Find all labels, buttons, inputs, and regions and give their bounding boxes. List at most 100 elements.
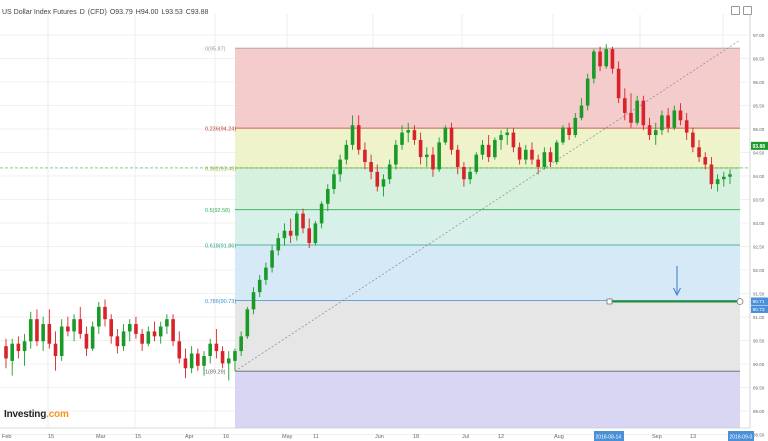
candle-body[interactable] (264, 267, 268, 280)
candle-body[interactable] (4, 346, 8, 359)
candle-body[interactable] (387, 164, 392, 180)
candle-body[interactable] (220, 351, 225, 364)
price-chart[interactable]: 0(95.87) 0.236(94.24) 0.382(93.43) 0.5(92.5… (0, 0, 768, 441)
candle-body[interactable] (548, 152, 553, 163)
candle-body[interactable] (381, 179, 386, 187)
candle-body[interactable] (251, 292, 256, 310)
candle-body[interactable] (505, 132, 510, 136)
candle-body[interactable] (486, 144, 491, 158)
candle-body[interactable] (301, 213, 305, 229)
candle-body[interactable] (455, 149, 460, 167)
candle-body[interactable] (239, 336, 243, 352)
candle-body[interactable] (208, 343, 213, 356)
candle-body[interactable] (629, 112, 633, 123)
candle-body[interactable] (53, 343, 58, 356)
candle-body[interactable] (424, 154, 429, 158)
candle-body[interactable] (59, 326, 64, 356)
candle-body[interactable] (171, 319, 175, 342)
candle-body[interactable] (295, 213, 299, 236)
candle-body[interactable] (610, 49, 615, 69)
symbol-name[interactable]: US Dollar Index Futures (2, 9, 77, 16)
candle-body[interactable] (728, 174, 732, 177)
candle-body[interactable] (406, 130, 411, 133)
candle-body[interactable] (313, 223, 318, 244)
candle-body[interactable] (561, 127, 565, 143)
candle-body[interactable] (90, 326, 95, 349)
candle-body[interactable] (585, 78, 590, 106)
candle-body[interactable] (672, 110, 677, 128)
candle-body[interactable] (177, 341, 182, 359)
candle-body[interactable] (493, 139, 497, 158)
candle-body[interactable] (653, 130, 658, 136)
candle-body[interactable] (41, 324, 45, 342)
candle-body[interactable] (165, 319, 169, 327)
candle-body[interactable] (437, 142, 441, 170)
candle-body[interactable] (592, 51, 596, 79)
candle-body[interactable] (233, 351, 237, 361)
candle-body[interactable] (684, 120, 689, 133)
candle-body[interactable] (635, 100, 639, 123)
candle-body[interactable] (338, 159, 342, 175)
candle-body[interactable] (400, 132, 404, 145)
drawing-handle-right[interactable] (736, 298, 744, 305)
candle-body[interactable] (226, 358, 231, 364)
candle-body[interactable] (356, 125, 361, 150)
candle-body[interactable] (152, 331, 157, 337)
candle-body[interactable] (573, 117, 578, 136)
candle-body[interactable] (517, 147, 522, 160)
candle-body[interactable] (616, 68, 621, 99)
candle-body[interactable] (647, 125, 652, 136)
candle-body[interactable] (307, 228, 312, 244)
candle-body[interactable] (282, 230, 287, 239)
candle-body[interactable] (245, 309, 250, 337)
candle-body[interactable] (97, 306, 101, 327)
candle-body[interactable] (474, 154, 479, 172)
candle-body[interactable] (598, 51, 602, 67)
drawing-handle-left[interactable] (606, 298, 613, 305)
candle-body[interactable] (84, 333, 89, 349)
candle-body[interactable] (375, 171, 380, 187)
candle-body[interactable] (134, 324, 138, 334)
candle-body[interactable] (72, 319, 76, 332)
candle-body[interactable] (542, 152, 547, 167)
candle-body[interactable] (678, 110, 683, 121)
interval-label[interactable]: D (80, 9, 85, 16)
candle-body[interactable] (189, 353, 194, 369)
candle-body[interactable] (536, 159, 540, 167)
candle-body[interactable] (363, 149, 367, 163)
candle-body[interactable] (332, 174, 336, 190)
candle-body[interactable] (369, 162, 373, 172)
candle-body[interactable] (276, 238, 281, 251)
candle-body[interactable] (288, 230, 293, 236)
candle-body[interactable] (47, 324, 52, 344)
candle-body[interactable] (350, 125, 355, 145)
candle-body[interactable] (412, 130, 417, 140)
candle-body[interactable] (115, 336, 120, 347)
candle-body[interactable] (722, 176, 726, 180)
candle-body[interactable] (319, 203, 324, 224)
candle-body[interactable] (257, 279, 262, 293)
candle-body[interactable] (523, 149, 528, 160)
candle-body[interactable] (530, 149, 534, 160)
candle-body[interactable] (641, 100, 646, 126)
candle-body[interactable] (78, 319, 83, 334)
candle-body[interactable] (715, 179, 720, 185)
candle-body[interactable] (449, 127, 454, 150)
candle-body[interactable] (35, 319, 39, 342)
candle-body[interactable] (202, 355, 206, 366)
candle-body[interactable] (660, 115, 664, 131)
candle-body[interactable] (344, 144, 349, 160)
candle-body[interactable] (666, 115, 670, 128)
candle-body[interactable] (604, 49, 609, 67)
fullscreen-icon[interactable] (743, 6, 752, 15)
candle-body[interactable] (499, 135, 503, 140)
candle-body[interactable] (511, 132, 516, 148)
candle-body[interactable] (579, 105, 584, 118)
candle-body[interactable] (623, 98, 627, 113)
candle-body[interactable] (214, 343, 219, 352)
candle-body[interactable] (270, 250, 274, 268)
candle-body[interactable] (480, 144, 485, 155)
candle-body[interactable] (691, 132, 695, 148)
candle-body[interactable] (121, 331, 126, 347)
candle-body[interactable] (109, 319, 113, 337)
